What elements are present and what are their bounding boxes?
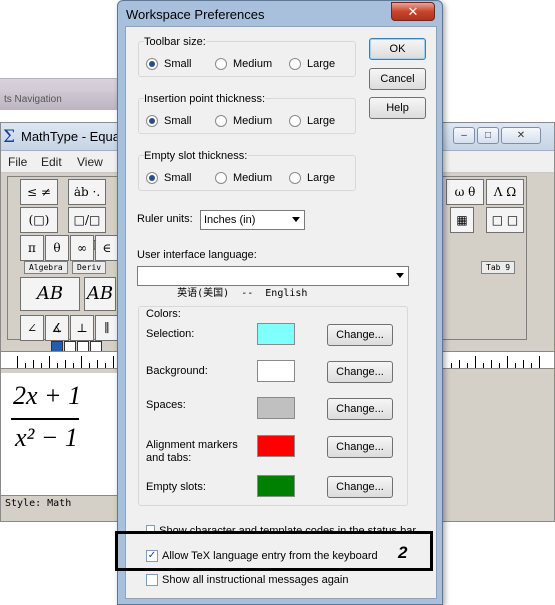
toolbar-size-large[interactable]: Large (289, 58, 335, 70)
palette-matrix-button[interactable]: ▦ (450, 207, 474, 233)
change-selection-button[interactable]: Change... (327, 324, 393, 346)
empty-slot-thickness-large[interactable]: Large (289, 172, 335, 184)
show-messages-checkbox[interactable]: Show all instructional messages again (146, 574, 349, 586)
palette-angle2-button[interactable]: ∡ (45, 315, 69, 341)
dialog-title: Workspace Preferences (126, 7, 265, 22)
menu-edit[interactable]: Edit (41, 155, 62, 169)
palette-pi-button[interactable]: π (20, 235, 44, 261)
change-empty-slots-button[interactable]: Change... (327, 476, 393, 498)
palette-perp-button[interactable]: ⊥ (70, 315, 94, 341)
radio-icon (289, 115, 301, 127)
colors-label: Colors: (146, 308, 181, 320)
tab-algebra[interactable]: Algebra (24, 261, 68, 274)
mathtype-title: MathType - Equa (21, 129, 120, 144)
empty-slot-thickness-label: Empty slot thickness: (144, 150, 248, 162)
toolbar-size-small[interactable]: Small (146, 58, 192, 70)
radio-selected-icon (146, 172, 158, 184)
workspace-preferences-dialog: Workspace Preferences ✕ Toolbar size: Sm… (117, 0, 443, 605)
color-swatch-empty-slots (257, 475, 295, 497)
status-bar: Style: Math (1, 495, 121, 513)
cancel-button[interactable]: Cancel (369, 68, 426, 90)
palette-boxes-button[interactable]: □ □ (486, 207, 524, 233)
color-label-empty-slots: Empty slots: (146, 481, 206, 493)
empty-slot-thickness-medium[interactable]: Medium (215, 172, 272, 184)
color-swatch-alignment (257, 435, 295, 457)
template-vector-ab[interactable]: AB (20, 277, 80, 311)
change-spaces-button[interactable]: Change... (327, 398, 393, 420)
help-button[interactable]: Help (369, 97, 426, 119)
ruler-units-select[interactable]: Inches (in) (200, 210, 305, 230)
color-label-selection: Selection: (146, 328, 195, 340)
palette-relations-button[interactable]: ≤ ≠ ≈ (20, 179, 58, 223)
close-icon[interactable]: ✕ (501, 127, 541, 144)
color-label-spaces: Spaces: (146, 399, 186, 411)
palette-greek-upper-button[interactable]: Λ Ω ⊗ (486, 179, 524, 223)
radio-icon (289, 172, 301, 184)
palette-theta-button[interactable]: θ (45, 235, 69, 261)
color-label-background: Background: (146, 365, 208, 377)
minimize-icon[interactable]: – (453, 127, 475, 144)
color-swatch-selection (257, 323, 295, 345)
fraction-numerator: 2x + 1 (13, 381, 82, 410)
annotation-number: 2 (398, 543, 408, 562)
change-alignment-button[interactable]: Change... (327, 436, 393, 458)
dialog-client-area: Toolbar size: Small Medium Large Inserti… (125, 26, 437, 599)
ui-language-select[interactable]: 英语(美国) -- English (137, 266, 409, 299)
fraction-bar (11, 418, 79, 420)
empty-slot-thickness-small[interactable]: Small (146, 172, 192, 184)
tab-derivations[interactable]: Deriv (72, 261, 107, 274)
toolbar-size-medium[interactable]: Medium (215, 58, 272, 70)
change-background-button[interactable]: Change... (327, 361, 393, 383)
fraction-denominator: x² − 1 (15, 423, 78, 452)
maximize-icon[interactable]: □ (477, 127, 499, 144)
equation-area[interactable]: 2x + 1 x² − 1 (1, 373, 119, 495)
insertion-thickness-label: Insertion point thickness: (144, 93, 266, 105)
palette-greek-button[interactable]: ω θ (446, 179, 484, 205)
template-vector-ab-2[interactable]: AB (84, 277, 116, 311)
palette-infinity-button[interactable]: ∞ (70, 235, 94, 261)
ok-button[interactable]: OK (369, 38, 426, 60)
chevron-down-icon (396, 273, 404, 278)
palette-fences-button[interactable]: (□) [□] (20, 207, 58, 251)
color-label-alignment: Alignment markers and tabs: (146, 439, 238, 464)
insertion-thickness-medium[interactable]: Medium (215, 115, 272, 127)
menu-file[interactable]: File (8, 155, 27, 169)
menu-view[interactable]: View (77, 155, 103, 169)
color-swatch-spaces (257, 397, 295, 419)
radio-icon (215, 115, 227, 127)
chevron-down-icon (292, 217, 300, 222)
mathtype-sigma-icon: Σ (3, 127, 16, 147)
color-swatch-background (257, 360, 295, 382)
radio-selected-icon (146, 115, 158, 127)
annotation-highlight-box (115, 531, 433, 571)
background-window-label: ts Navigation (0, 92, 120, 110)
insertion-thickness-small[interactable]: Small (146, 115, 192, 127)
palette-fractions-button[interactable]: □/□ √□ (68, 207, 106, 251)
dialog-close-button[interactable]: ✕ (391, 2, 435, 21)
insertion-thickness-large[interactable]: Large (289, 115, 335, 127)
radio-selected-icon (146, 58, 158, 70)
radio-icon (215, 172, 227, 184)
palette-angle-button[interactable]: ∠ (20, 315, 44, 341)
palette-spaces-button[interactable]: ȧb ·. (68, 179, 106, 205)
radio-icon (289, 58, 301, 70)
checkbox-icon (146, 574, 158, 586)
palette-element-button[interactable]: ∈ (95, 235, 119, 261)
toolbar-size-label: Toolbar size: (144, 36, 206, 48)
palette-parallel-button[interactable]: ∥ (95, 315, 119, 341)
radio-icon (215, 58, 227, 70)
ui-language-label: User interface language: (137, 249, 257, 261)
ruler-units-label: Ruler units: (137, 213, 193, 225)
tab-9[interactable]: Tab 9 (481, 261, 516, 274)
